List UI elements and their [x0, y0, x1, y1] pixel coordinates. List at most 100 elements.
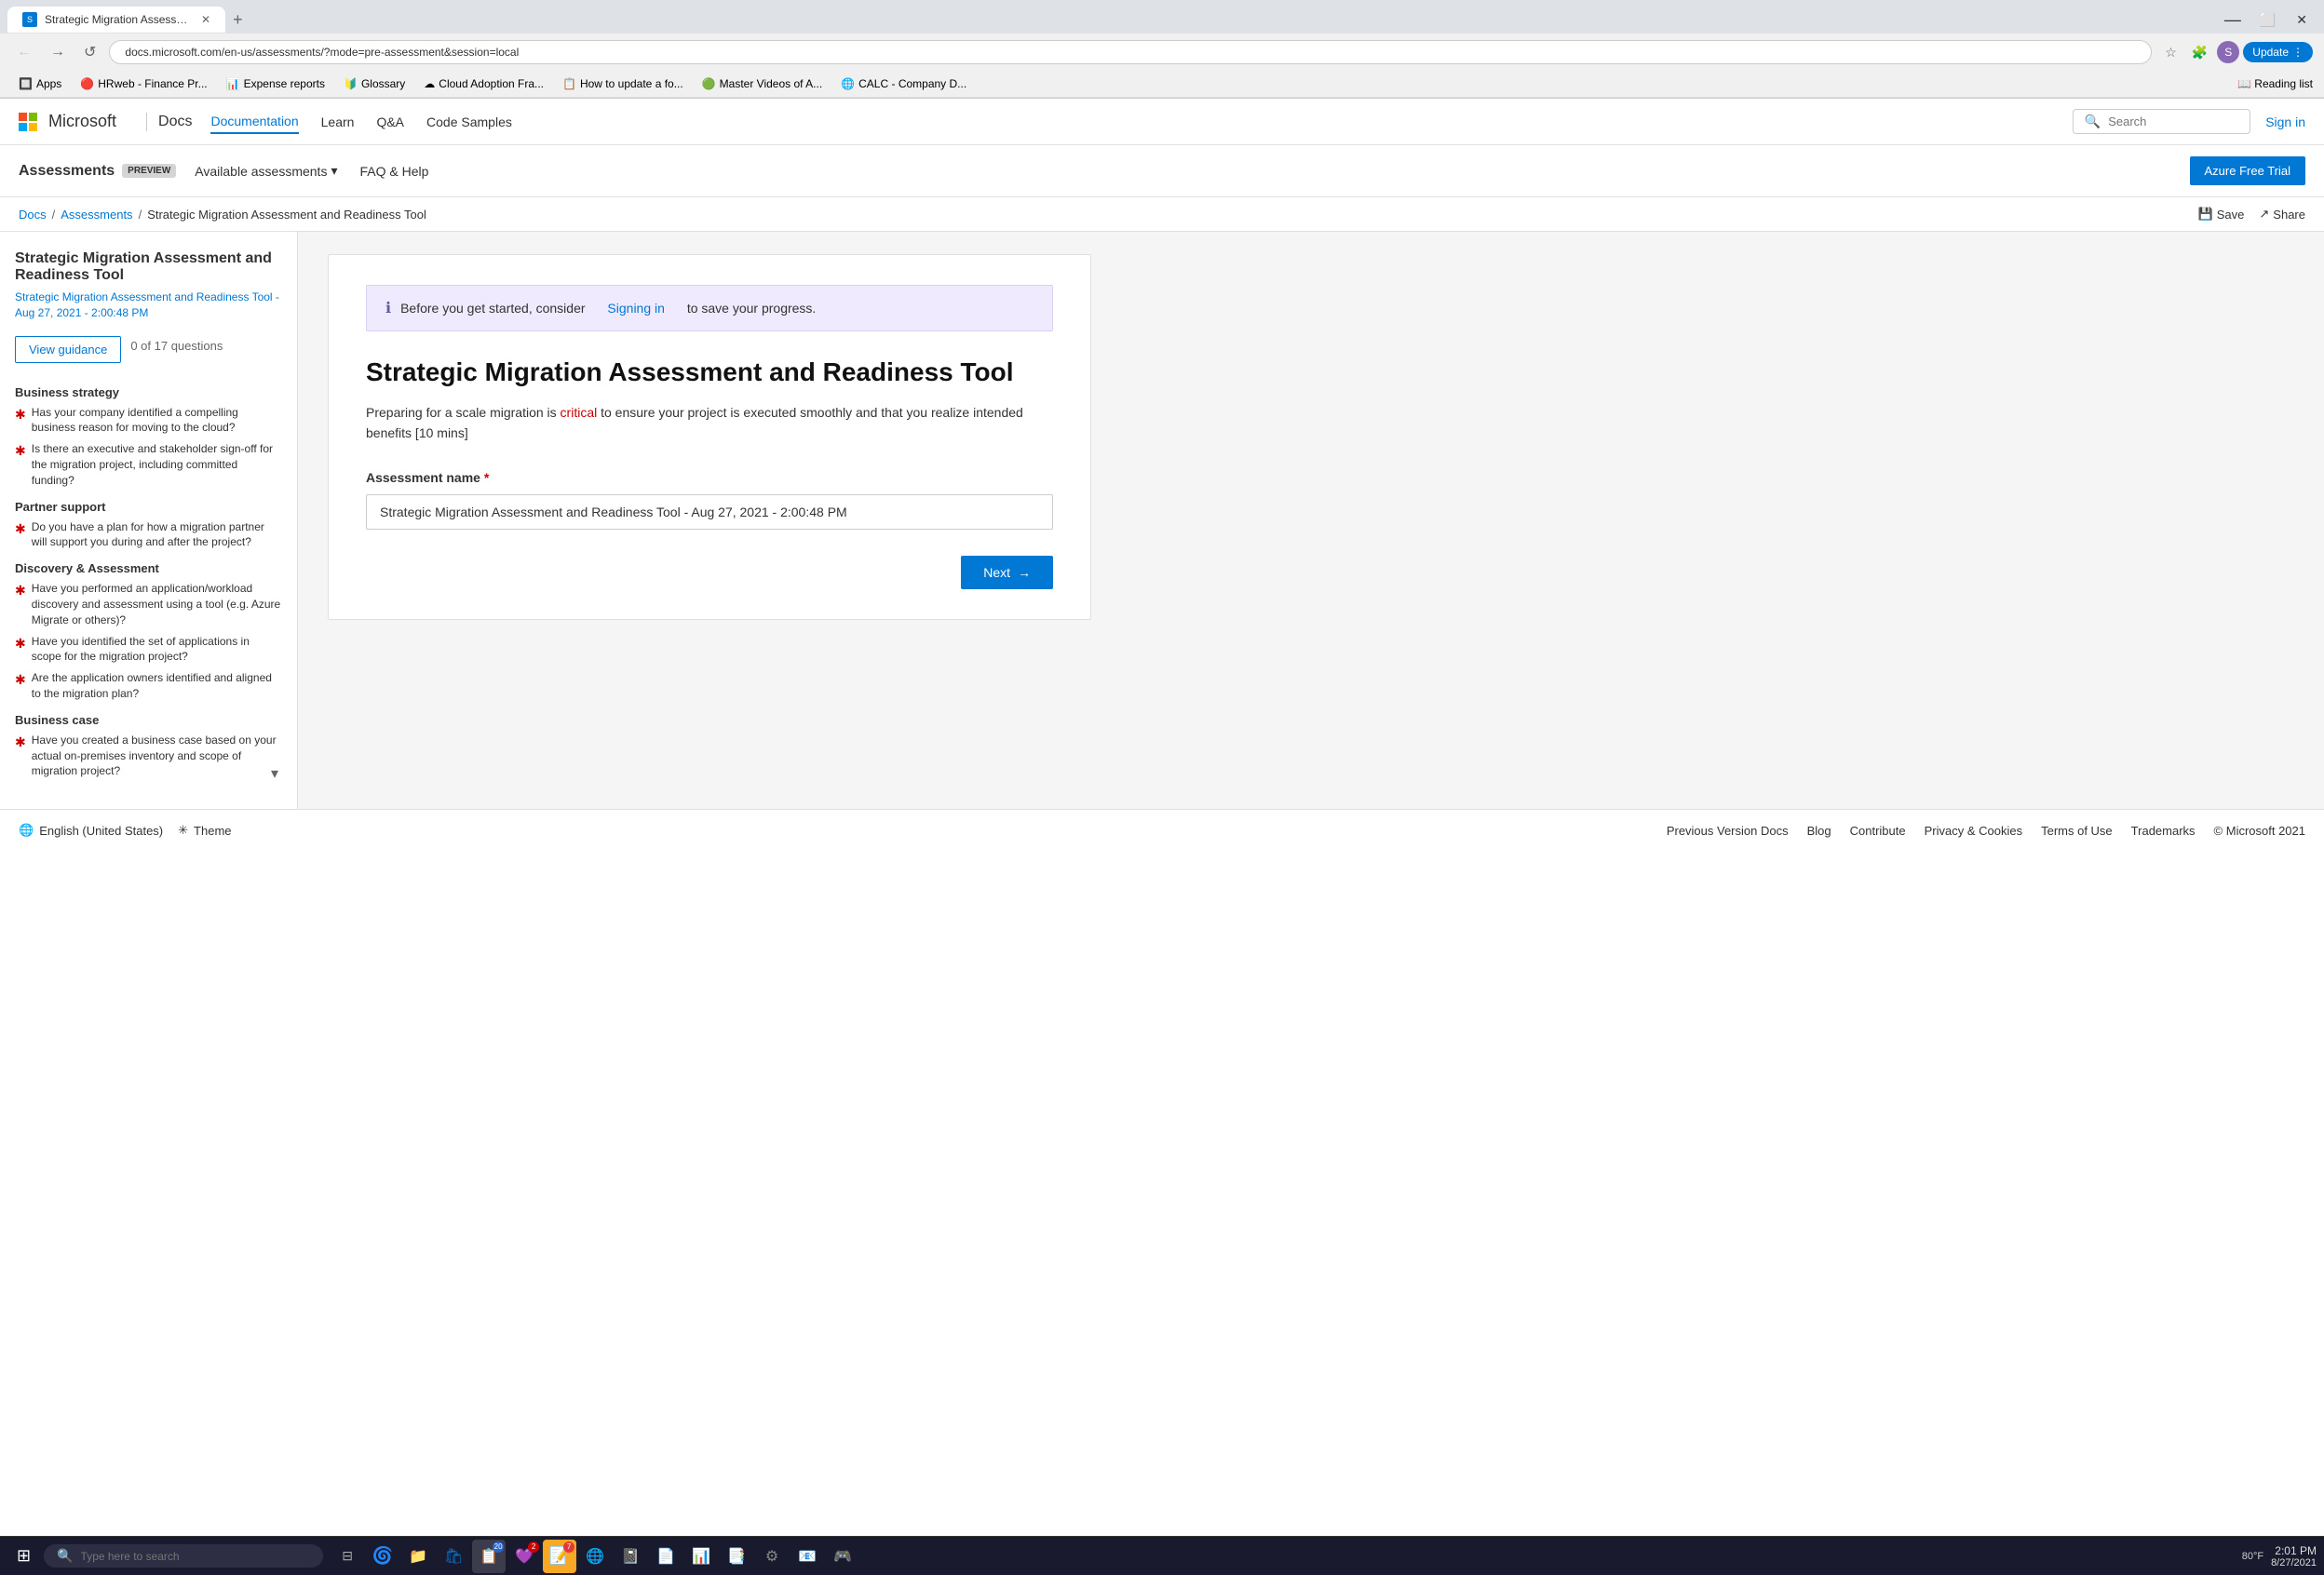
- reading-list-btn[interactable]: 📖 Reading list: [2237, 77, 2313, 90]
- glossary-label: Glossary: [361, 77, 405, 90]
- question-text-6: Are the application owners identified an…: [32, 670, 282, 702]
- available-assessments-menu[interactable]: Available assessments ▾: [195, 163, 337, 179]
- required-star-1: ✱: [15, 406, 26, 424]
- sidebar-section-business-strategy: Business strategy ✱ Has your company ide…: [15, 385, 282, 489]
- taskbar-explorer[interactable]: 📁: [401, 1540, 435, 1573]
- share-action[interactable]: ↗ Share: [2259, 207, 2305, 222]
- refresh-button[interactable]: ↺: [78, 39, 101, 65]
- share-icon: ↗: [2259, 207, 2269, 222]
- nav-documentation[interactable]: Documentation: [210, 110, 298, 134]
- profile-btn[interactable]: S: [2217, 41, 2239, 63]
- taskbar-sys-tray: 80°F: [2242, 1551, 2263, 1562]
- taskbar-store[interactable]: 🛍: [437, 1540, 470, 1573]
- locale-label: English (United States): [39, 824, 163, 838]
- bookmark-cloud[interactable]: ☁ Cloud Adoption Fra...: [416, 74, 551, 93]
- sidebar-scroll: Business strategy ✱ Has your company ide…: [15, 385, 282, 780]
- glossary-icon: 🔰: [344, 77, 358, 90]
- taskbar-word[interactable]: 📄: [649, 1540, 682, 1573]
- footer-theme[interactable]: ✳ Theme: [178, 823, 231, 838]
- breadcrumb-docs[interactable]: Docs: [19, 208, 47, 222]
- signin-notice-link[interactable]: Signing in: [607, 301, 665, 316]
- restore-btn[interactable]: ⬜: [2252, 12, 2283, 28]
- bookmark-apps[interactable]: 🔲 Apps: [11, 74, 69, 93]
- taskbar-xbox[interactable]: 🎮: [826, 1540, 859, 1573]
- breadcrumb-assessments[interactable]: Assessments: [61, 208, 132, 222]
- section-title-partner-support: Partner support: [15, 500, 282, 514]
- new-tab-button[interactable]: +: [225, 10, 250, 30]
- signin-notice: ℹ Before you get started, consider Signi…: [366, 285, 1053, 331]
- required-star-4: ✱: [15, 582, 26, 600]
- view-guidance-button[interactable]: View guidance: [15, 336, 121, 363]
- taskbar-powerpoint[interactable]: 📑: [720, 1540, 753, 1573]
- docs-link[interactable]: Docs: [158, 114, 192, 130]
- ms-docs-header: Microsoft Docs Documentation Learn Q&A C…: [0, 99, 2324, 145]
- sidebar-session[interactable]: Strategic Migration Assessment and Readi…: [15, 289, 282, 321]
- notice-info-icon: ℹ: [385, 299, 391, 317]
- taskbar-outlook[interactable]: 📧: [790, 1540, 824, 1573]
- taskbar-settings[interactable]: ⚙: [755, 1540, 789, 1573]
- footer-blog[interactable]: Blog: [1807, 824, 1831, 838]
- search-box[interactable]: 🔍: [2073, 109, 2250, 134]
- taskbar-apps: ⊟ 🌀 📁 🛍 📋20 💜2 📝7 🌐 📓 📄 📊 📑 ⚙ 📧 🎮: [331, 1540, 859, 1573]
- bookmark-glossary[interactable]: 🔰 Glossary: [336, 74, 412, 93]
- save-action[interactable]: 💾 Save: [2198, 207, 2245, 222]
- active-tab[interactable]: S Strategic Migration Assessment... ✕: [7, 7, 225, 33]
- notice-text: Before you get started, consider: [400, 301, 585, 316]
- next-button[interactable]: Next →: [961, 556, 1053, 589]
- bookmark-calc[interactable]: 🌐 CALC - Company D...: [833, 74, 974, 93]
- nav-learn[interactable]: Learn: [321, 111, 355, 133]
- taskbar-search[interactable]: 🔍: [44, 1544, 323, 1568]
- expense-icon: 📊: [226, 77, 240, 90]
- bookmark-expense[interactable]: 📊 Expense reports: [219, 74, 332, 93]
- nav-qa[interactable]: Q&A: [376, 111, 404, 133]
- forward-button[interactable]: →: [45, 40, 71, 64]
- notice-text2: to save your progress.: [687, 301, 817, 316]
- taskbar-onenote[interactable]: 📓: [614, 1540, 647, 1573]
- scroll-down-arrow[interactable]: ▾: [271, 764, 278, 783]
- taskbar-excel[interactable]: 📊: [684, 1540, 718, 1573]
- footer-prev-docs[interactable]: Previous Version Docs: [1667, 824, 1789, 838]
- save-label: Save: [2217, 208, 2245, 222]
- taskbar-search-input[interactable]: [81, 1550, 267, 1563]
- address-bar[interactable]: docs.microsoft.com/en-us/assessments/?mo…: [109, 40, 2152, 64]
- bookmark-hrweb[interactable]: 🔴 HRweb - Finance Pr...: [73, 74, 214, 93]
- footer-left: 🌐 English (United States) ✳ Theme: [19, 823, 232, 838]
- start-button[interactable]: ⊞: [7, 1542, 40, 1569]
- bookmark-master[interactable]: 🟢 Master Videos of A...: [695, 74, 830, 93]
- minimize-btn[interactable]: —: [2217, 10, 2249, 30]
- assessment-name-input[interactable]: [366, 494, 1053, 530]
- footer-terms[interactable]: Terms of Use: [2041, 824, 2113, 838]
- footer-copyright: © Microsoft 2021: [2214, 824, 2305, 838]
- taskbar-todo[interactable]: 📋20: [472, 1540, 506, 1573]
- search-input[interactable]: [2108, 114, 2238, 128]
- sign-in-link[interactable]: Sign in: [2265, 114, 2305, 129]
- faq-help-link[interactable]: FAQ & Help: [359, 164, 428, 179]
- close-btn[interactable]: ✕: [2287, 12, 2317, 28]
- taskbar-teams[interactable]: 💜2: [507, 1540, 541, 1573]
- favorites-btn[interactable]: ☆: [2159, 41, 2182, 64]
- footer-contribute[interactable]: Contribute: [1850, 824, 1906, 838]
- taskbar-chrome[interactable]: 🌐: [578, 1540, 612, 1573]
- footer-links: Previous Version Docs Blog Contribute Pr…: [1667, 824, 2305, 838]
- tab-close-btn[interactable]: ✕: [201, 13, 210, 26]
- browser-chrome: S Strategic Migration Assessment... ✕ + …: [0, 0, 2324, 99]
- ms-logo[interactable]: Microsoft: [19, 112, 116, 131]
- save-icon: 💾: [2198, 207, 2213, 222]
- nav-code-samples[interactable]: Code Samples: [426, 111, 512, 133]
- footer-privacy[interactable]: Privacy & Cookies: [1925, 824, 2022, 838]
- desc-part1: Preparing for a scale migration is: [366, 405, 561, 420]
- question-text-3: Do you have a plan for how a migration p…: [32, 519, 282, 551]
- share-label: Share: [2273, 208, 2305, 222]
- taskbar-task-view[interactable]: ⊟: [331, 1540, 364, 1573]
- taskbar-edge[interactable]: 🌀: [366, 1540, 399, 1573]
- bookmark-how-to[interactable]: 📋 How to update a fo...: [555, 74, 691, 93]
- footer-locale[interactable]: 🌐 English (United States): [19, 823, 163, 838]
- back-button[interactable]: ←: [11, 40, 37, 64]
- footer-trademarks[interactable]: Trademarks: [2131, 824, 2196, 838]
- update-button[interactable]: Update ⋮: [2243, 42, 2313, 62]
- azure-free-trial-button[interactable]: Azure Free Trial: [2190, 156, 2305, 185]
- required-star-3: ✱: [15, 520, 26, 539]
- taskbar-sticky[interactable]: 📝7: [543, 1540, 576, 1573]
- extensions-btn[interactable]: 🧩: [2186, 41, 2213, 64]
- sidebar-question-4: ✱ Have you performed an application/work…: [15, 581, 282, 627]
